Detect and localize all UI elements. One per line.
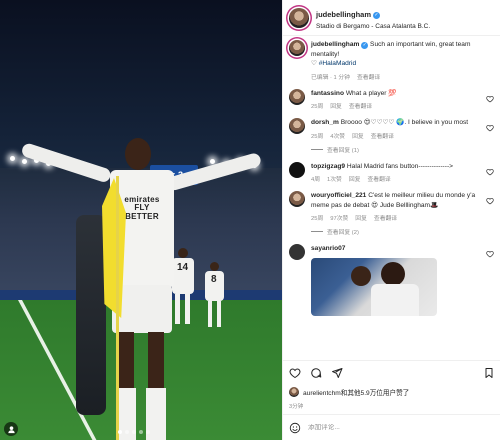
comment-item: topzigzag9 Halal Madrid fans button-----… xyxy=(289,161,494,184)
emoji-icon[interactable] xyxy=(289,422,301,434)
likes-text: aurelientchm和其他5.9万位用户赞了 xyxy=(303,390,410,397)
verified-icon: ✓ xyxy=(361,42,369,49)
like-comment-icon[interactable] xyxy=(486,124,494,132)
comment-input[interactable] xyxy=(308,424,495,431)
comment-item: wouryofficiel_221 C'est le meilleur mili… xyxy=(289,191,494,222)
like-comment-icon[interactable] xyxy=(486,197,494,205)
cameraman xyxy=(76,215,106,415)
author-avatar[interactable] xyxy=(289,7,309,28)
see-translation-link[interactable]: 查看翻译 xyxy=(357,72,380,81)
like-comment-icon[interactable] xyxy=(486,168,494,176)
comment-likes[interactable]: 97次赞 xyxy=(330,213,348,222)
post-header: judebellingham ✓ Stadio di Bergamo - Cas… xyxy=(283,0,500,36)
comment-time: 25周 xyxy=(311,104,324,111)
comment-image[interactable] xyxy=(311,257,437,316)
share-icon[interactable] xyxy=(331,367,343,379)
see-translation-link[interactable]: 查看翻译 xyxy=(374,213,397,222)
comment-time: 4周 xyxy=(311,177,321,184)
caption-username[interactable]: judebellingham xyxy=(311,41,359,48)
post-time: 3分钟 xyxy=(289,404,304,410)
commenter-avatar[interactable] xyxy=(289,118,305,135)
comments-list[interactable]: judebellingham ✓ Such an important win, … xyxy=(283,36,500,354)
commenter-avatar[interactable] xyxy=(289,191,305,208)
see-translation-link[interactable]: 查看翻译 xyxy=(371,131,394,140)
comment-item: sayanrio07 xyxy=(289,244,494,316)
caption: judebellingham ✓ Such an important win, … xyxy=(289,40,494,81)
comment-likes[interactable]: 1次赞 xyxy=(327,174,342,183)
corner-flag-pole xyxy=(116,176,119,440)
tagged-users-button[interactable] xyxy=(4,422,18,436)
caption-hashtag[interactable]: #HalaMadrid xyxy=(319,60,356,67)
likes-summary[interactable]: aurelientchm和其他5.9万位用户赞了 xyxy=(289,387,495,397)
carousel-dots xyxy=(118,430,150,434)
commenter-avatar[interactable] xyxy=(289,161,305,178)
comment-text: Broooo 😍♡♡♡♡ 🌍. I believe in you most xyxy=(340,119,469,127)
verified-icon: ✓ xyxy=(373,11,381,19)
see-translation-link[interactable]: 查看翻译 xyxy=(367,174,390,183)
like-comment-icon[interactable] xyxy=(486,95,494,103)
reply-button[interactable]: 回复 xyxy=(330,101,342,110)
like-heart-icon[interactable] xyxy=(289,367,301,379)
comment-likes[interactable]: 4次赞 xyxy=(330,131,345,140)
reply-button[interactable]: 回复 xyxy=(349,174,361,183)
reply-button[interactable]: 回复 xyxy=(355,213,367,222)
person-icon xyxy=(7,425,15,433)
view-replies-button[interactable]: 查看回复 (1) xyxy=(311,145,494,154)
post-actions: aurelientchm和其他5.9万位用户赞了 3分钟 xyxy=(283,360,500,414)
liker-avatar xyxy=(289,387,299,397)
caption-time: 已编辑 · 1 分钟 xyxy=(311,74,350,81)
see-translation-link[interactable]: 查看翻译 xyxy=(349,101,372,110)
bookmark-icon[interactable] xyxy=(483,367,495,379)
commenter-avatar[interactable] xyxy=(289,244,305,261)
comment-time: 25周 xyxy=(311,133,324,140)
comment-item: dorsh_m Broooo 😍♡♡♡♡ 🌍. I believe in you… xyxy=(289,118,494,140)
commenter-username[interactable]: wouryofficiel_221 xyxy=(311,192,366,199)
comment-time: 25周 xyxy=(311,216,324,223)
heart-emoji: ♡ xyxy=(311,60,319,68)
comment-text: What a player 💯 xyxy=(345,89,397,97)
post-photo[interactable]: 1 : 3 14 8 emiratesFLY BETTER xyxy=(0,0,282,440)
add-comment-bar xyxy=(283,414,500,440)
caption-avatar[interactable] xyxy=(289,40,305,56)
commenter-username[interactable]: fantassino xyxy=(311,90,344,97)
reply-button[interactable]: 回复 xyxy=(352,131,364,140)
comment-item: fantassino What a player 💯 25周 回复 查看翻译 xyxy=(289,88,494,111)
comment-icon[interactable] xyxy=(310,367,322,379)
like-comment-icon[interactable] xyxy=(486,250,494,258)
commenter-username[interactable]: dorsh_m xyxy=(311,119,339,126)
comment-text: Halal Madrid fans button--------------> xyxy=(346,162,453,170)
post-sidebar: judebellingham ✓ Stadio di Bergamo - Cas… xyxy=(282,0,500,440)
author-username[interactable]: judebellingham xyxy=(316,10,371,19)
commenter-username[interactable]: topzigzag9 xyxy=(311,163,345,170)
post-location[interactable]: Stadio di Bergamo - Casa Atalanta B.C. xyxy=(316,23,430,31)
commenter-avatar[interactable] xyxy=(289,88,305,105)
view-replies-button[interactable]: 查看回复 (2) xyxy=(311,227,494,236)
commenter-username[interactable]: sayanrio07 xyxy=(311,245,345,252)
